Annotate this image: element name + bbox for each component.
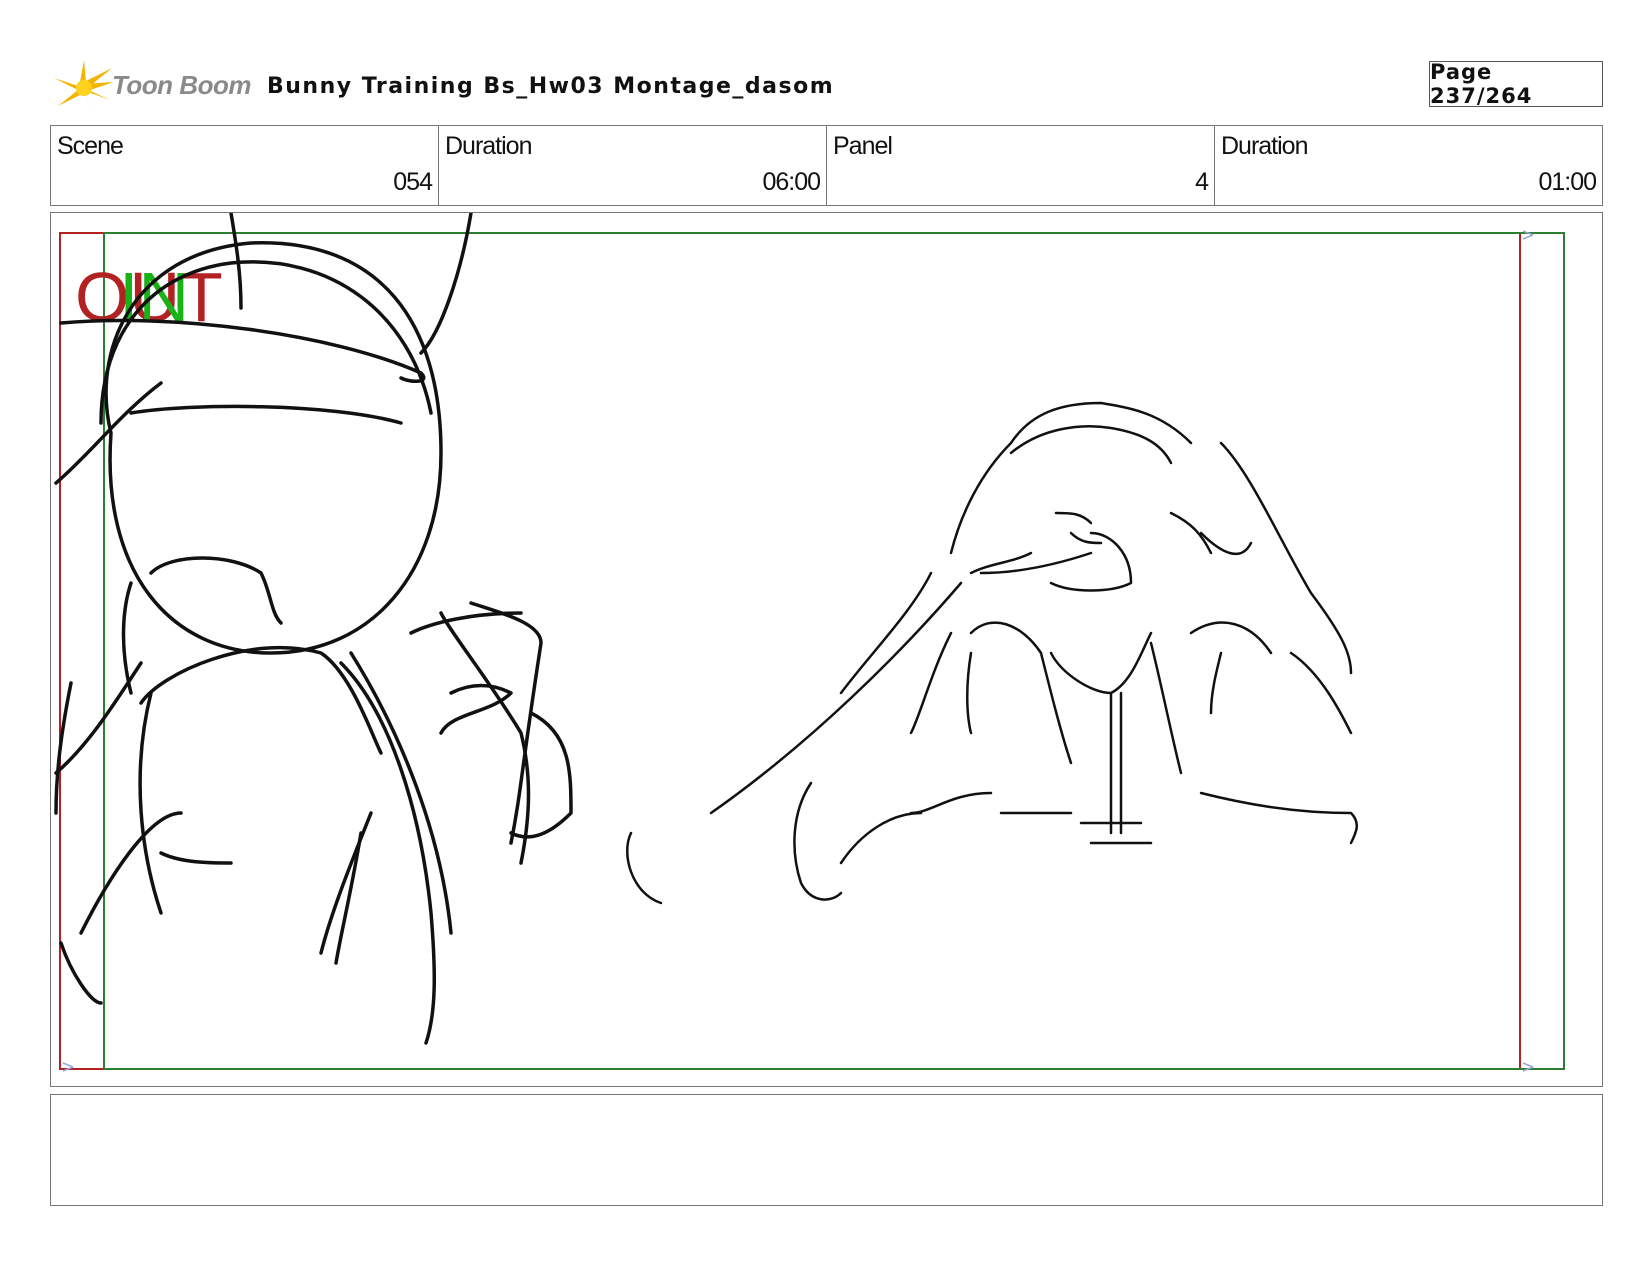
scene-duration-cell: Duration 06:00 [439, 126, 827, 205]
scene-cell: Scene 054 [51, 126, 439, 205]
panel-notes [50, 1094, 1603, 1206]
storyboard-panel: OUT IN [50, 212, 1603, 1087]
panel-duration-label: Duration [1221, 132, 1308, 160]
project-title: Bunny Training Bs_Hw03 Montage_dasom [267, 74, 835, 99]
starburst-icon [54, 60, 114, 112]
page-number: Page 237/264 [1429, 60, 1603, 108]
panel-value: 4 [1195, 168, 1209, 196]
out-frame [59, 232, 1521, 1070]
panel-label: Panel [833, 132, 893, 160]
panel-drawing: OUT IN [54, 213, 1565, 1072]
panel-duration-value: 01:00 [1538, 168, 1597, 196]
toon-boom-logo: Toon Boom [54, 60, 254, 112]
scene-duration-label: Duration [445, 132, 532, 160]
scene-duration-value: 06:00 [762, 168, 821, 196]
logo-text: Toon Boom [112, 70, 251, 100]
panel-info-row: Scene 054 Duration 06:00 Panel 4 Duratio… [50, 125, 1603, 206]
scene-value: 054 [393, 168, 433, 196]
right-bunny-sketch [626, 401, 1358, 905]
panel-cell: Panel 4 [827, 126, 1215, 205]
left-bunny-sketch [54, 213, 573, 1045]
panel-duration-cell: Duration 01:00 [1215, 126, 1602, 205]
scene-label: Scene [57, 132, 124, 160]
page-header: Toon Boom Bunny Training Bs_Hw03 Montage… [50, 58, 1603, 114]
